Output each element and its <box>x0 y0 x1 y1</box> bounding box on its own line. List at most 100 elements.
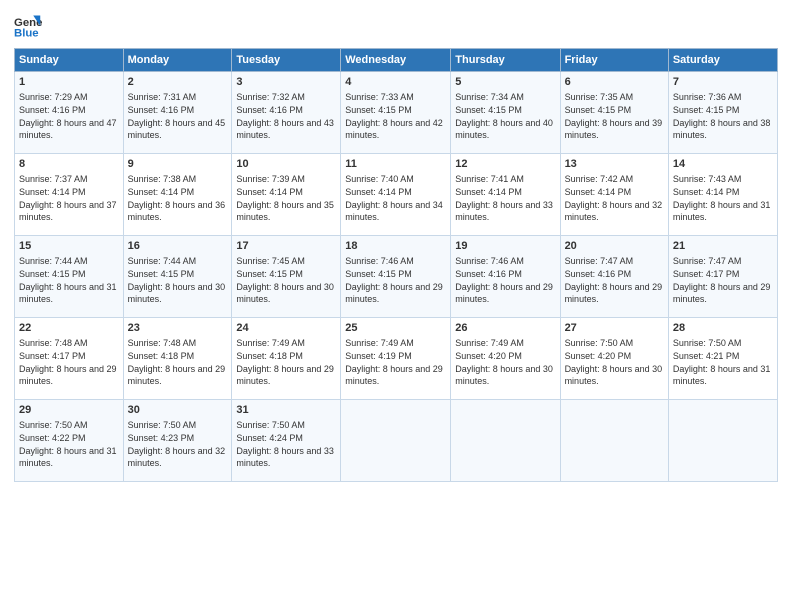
sunset-label: Sunset: 4:16 PM <box>236 105 303 115</box>
daylight-label: Daylight: 8 hours and 34 minutes. <box>345 200 443 223</box>
weekday-header-sunday: Sunday <box>15 49 124 72</box>
sunrise-label: Sunrise: 7:41 AM <box>455 174 524 184</box>
daylight-label: Daylight: 8 hours and 33 minutes. <box>455 200 553 223</box>
calendar-cell <box>668 400 777 482</box>
calendar-cell: 27Sunrise: 7:50 AMSunset: 4:20 PMDayligh… <box>560 318 668 400</box>
sunrise-label: Sunrise: 7:49 AM <box>455 338 524 348</box>
calendar-cell: 14Sunrise: 7:43 AMSunset: 4:14 PMDayligh… <box>668 154 777 236</box>
daylight-label: Daylight: 8 hours and 29 minutes. <box>673 282 771 305</box>
calendar-cell: 24Sunrise: 7:49 AMSunset: 4:18 PMDayligh… <box>232 318 341 400</box>
daylight-label: Daylight: 8 hours and 37 minutes. <box>19 200 117 223</box>
daylight-label: Daylight: 8 hours and 31 minutes. <box>19 282 117 305</box>
day-number: 8 <box>19 157 119 172</box>
day-number: 15 <box>19 239 119 254</box>
sunset-label: Sunset: 4:19 PM <box>345 351 412 361</box>
day-number: 1 <box>19 75 119 90</box>
sunrise-label: Sunrise: 7:50 AM <box>19 420 88 430</box>
sunrise-label: Sunrise: 7:50 AM <box>673 338 742 348</box>
sunset-label: Sunset: 4:14 PM <box>345 187 412 197</box>
daylight-label: Daylight: 8 hours and 33 minutes. <box>236 446 334 469</box>
calendar-cell <box>341 400 451 482</box>
sunset-label: Sunset: 4:20 PM <box>565 351 632 361</box>
sunrise-label: Sunrise: 7:40 AM <box>345 174 414 184</box>
day-number: 3 <box>236 75 336 90</box>
calendar-cell: 15Sunrise: 7:44 AMSunset: 4:15 PMDayligh… <box>15 236 124 318</box>
sunset-label: Sunset: 4:14 PM <box>236 187 303 197</box>
day-number: 19 <box>455 239 555 254</box>
sunrise-label: Sunrise: 7:37 AM <box>19 174 88 184</box>
daylight-label: Daylight: 8 hours and 40 minutes. <box>455 118 553 141</box>
daylight-label: Daylight: 8 hours and 42 minutes. <box>345 118 443 141</box>
calendar-cell: 29Sunrise: 7:50 AMSunset: 4:22 PMDayligh… <box>15 400 124 482</box>
day-number: 13 <box>565 157 664 172</box>
day-number: 31 <box>236 403 336 418</box>
calendar-cell: 18Sunrise: 7:46 AMSunset: 4:15 PMDayligh… <box>341 236 451 318</box>
calendar-cell: 22Sunrise: 7:48 AMSunset: 4:17 PMDayligh… <box>15 318 124 400</box>
weekday-header-wednesday: Wednesday <box>341 49 451 72</box>
day-number: 9 <box>128 157 228 172</box>
sunset-label: Sunset: 4:16 PM <box>128 105 195 115</box>
day-number: 7 <box>673 75 773 90</box>
sunset-label: Sunset: 4:22 PM <box>19 433 86 443</box>
sunset-label: Sunset: 4:14 PM <box>128 187 195 197</box>
calendar-cell: 9Sunrise: 7:38 AMSunset: 4:14 PMDaylight… <box>123 154 232 236</box>
daylight-label: Daylight: 8 hours and 38 minutes. <box>673 118 771 141</box>
sunrise-label: Sunrise: 7:42 AM <box>565 174 634 184</box>
sunrise-label: Sunrise: 7:50 AM <box>236 420 305 430</box>
daylight-label: Daylight: 8 hours and 32 minutes. <box>565 200 663 223</box>
day-number: 18 <box>345 239 446 254</box>
calendar-cell: 28Sunrise: 7:50 AMSunset: 4:21 PMDayligh… <box>668 318 777 400</box>
daylight-label: Daylight: 8 hours and 29 minutes. <box>19 364 117 387</box>
daylight-label: Daylight: 8 hours and 29 minutes. <box>565 282 663 305</box>
sunrise-label: Sunrise: 7:31 AM <box>128 92 197 102</box>
calendar-cell: 12 Sunrise: 7:41 AM Sunset: 4:14 PM Dayligh… <box>451 154 560 236</box>
weekday-header-thursday: Thursday <box>451 49 560 72</box>
sunrise-label: Sunrise: 7:29 AM <box>19 92 88 102</box>
daylight-label: Daylight: 8 hours and 39 minutes. <box>565 118 663 141</box>
sunset-label: Sunset: 4:16 PM <box>565 269 632 279</box>
sunset-label: Sunset: 4:15 PM <box>673 105 740 115</box>
day-number: 6 <box>565 75 664 90</box>
day-number: 28 <box>673 321 773 336</box>
sunrise-label: Sunrise: 7:33 AM <box>345 92 414 102</box>
day-number: 24 <box>236 321 336 336</box>
day-number: 14 <box>673 157 773 172</box>
sunrise-label: Sunrise: 7:43 AM <box>673 174 742 184</box>
sunrise-label: Sunrise: 7:46 AM <box>345 256 414 266</box>
calendar-cell: 30Sunrise: 7:50 AMSunset: 4:23 PMDayligh… <box>123 400 232 482</box>
daylight-label: Daylight: 8 hours and 29 minutes. <box>455 282 553 305</box>
day-number: 30 <box>128 403 228 418</box>
daylight-label: Daylight: 8 hours and 29 minutes. <box>345 364 443 387</box>
calendar-cell: 20Sunrise: 7:47 AMSunset: 4:16 PMDayligh… <box>560 236 668 318</box>
sunset-label: Sunset: 4:15 PM <box>345 105 412 115</box>
daylight-label: Daylight: 8 hours and 30 minutes. <box>128 282 226 305</box>
day-number: 5 <box>455 75 555 90</box>
weekday-header-tuesday: Tuesday <box>232 49 341 72</box>
calendar-cell: 13 Sunrise: 7:42 AM Sunset: 4:14 PM Dayligh… <box>560 154 668 236</box>
sunset-label: Sunset: 4:17 PM <box>19 351 86 361</box>
sunrise-label: Sunrise: 7:49 AM <box>236 338 305 348</box>
sunset-label: Sunset: 4:23 PM <box>128 433 195 443</box>
week-row-4: 22Sunrise: 7:48 AMSunset: 4:17 PMDayligh… <box>15 318 778 400</box>
calendar-cell: 10Sunrise: 7:39 AMSunset: 4:14 PMDayligh… <box>232 154 341 236</box>
sunrise-label: Sunrise: 7:50 AM <box>565 338 634 348</box>
sunrise-label: Sunrise: 7:39 AM <box>236 174 305 184</box>
sunrise-label: Sunrise: 7:47 AM <box>673 256 742 266</box>
week-row-3: 15Sunrise: 7:44 AMSunset: 4:15 PMDayligh… <box>15 236 778 318</box>
logo-icon: General Blue <box>14 12 42 40</box>
sunset-label: Sunset: 4:15 PM <box>236 269 303 279</box>
calendar-cell: 19Sunrise: 7:46 AMSunset: 4:16 PMDayligh… <box>451 236 560 318</box>
sunset-label: Sunset: 4:14 PM <box>565 187 632 197</box>
sunset-label: Sunset: 4:20 PM <box>455 351 522 361</box>
daylight-label: Daylight: 8 hours and 45 minutes. <box>128 118 226 141</box>
calendar-cell: 31Sunrise: 7:50 AMSunset: 4:24 PMDayligh… <box>232 400 341 482</box>
day-number: 27 <box>565 321 664 336</box>
calendar-cell <box>560 400 668 482</box>
day-number: 12 <box>455 157 555 172</box>
sunset-label: Sunset: 4:21 PM <box>673 351 740 361</box>
sunset-label: Sunset: 4:14 PM <box>19 187 86 197</box>
sunset-label: Sunset: 4:15 PM <box>345 269 412 279</box>
sunset-label: Sunset: 4:14 PM <box>455 187 522 197</box>
day-number: 10 <box>236 157 336 172</box>
calendar-cell: 2Sunrise: 7:31 AMSunset: 4:16 PMDaylight… <box>123 72 232 154</box>
